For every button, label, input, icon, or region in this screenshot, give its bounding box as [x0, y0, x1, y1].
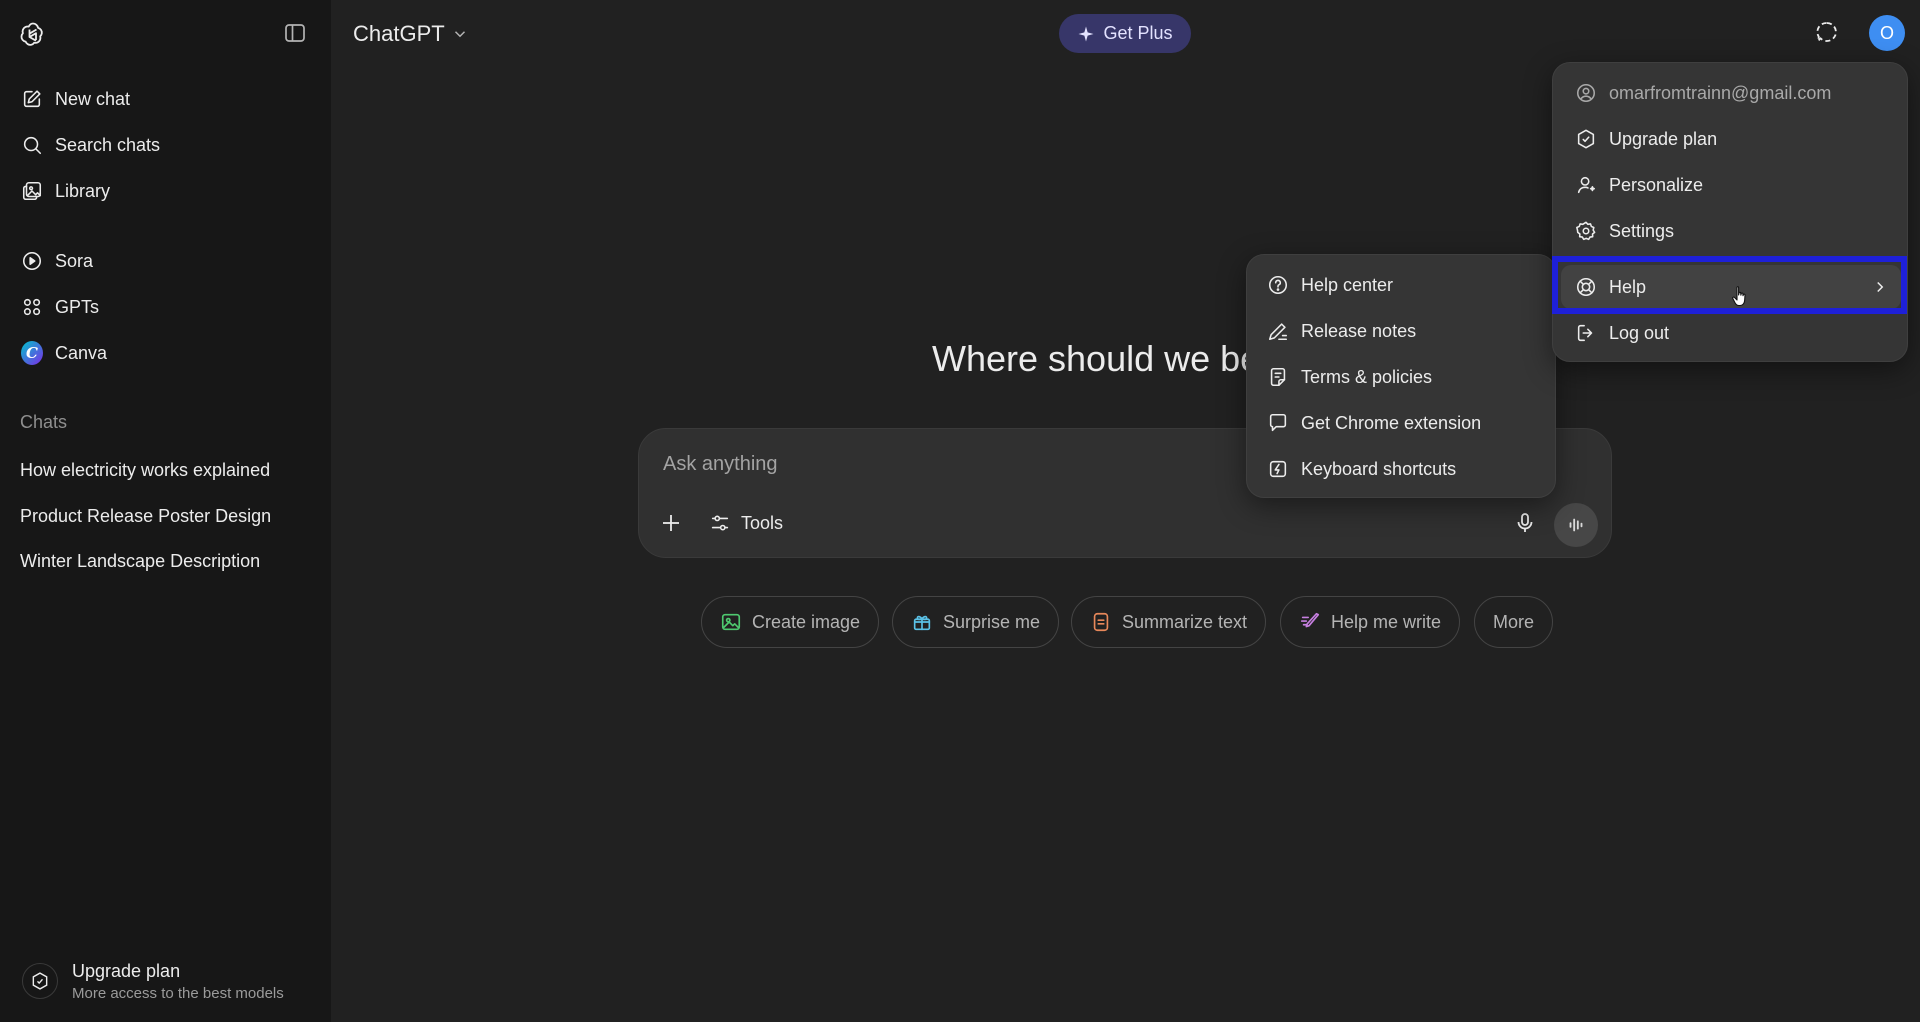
chat-history-item[interactable]: Product Release Poster Design — [10, 495, 320, 537]
upgrade-text: Upgrade plan More access to the best mod… — [72, 961, 284, 1002]
menu-item-label: Personalize — [1609, 174, 1704, 195]
sidebar-item-sora[interactable]: Sora — [10, 240, 320, 282]
get-plus-label: Get Plus — [1103, 23, 1173, 43]
policy-document-icon — [1267, 366, 1289, 388]
plus-icon[interactable] — [659, 511, 683, 535]
person-icon — [1575, 174, 1597, 196]
logout-icon — [1575, 322, 1597, 344]
page-heading: Where should we be — [932, 338, 1261, 379]
upgrade-title: Upgrade plan — [72, 960, 181, 981]
sidebar-toggle-icon[interactable] — [283, 21, 309, 47]
menu-item-label: Help center — [1301, 274, 1394, 295]
chat-history-item[interactable]: Winter Landscape Description — [10, 540, 320, 582]
menu-item-label: Release notes — [1301, 320, 1417, 341]
hand-cursor-icon — [1731, 285, 1751, 309]
sidebar-item-canva[interactable]: C Canva — [10, 332, 320, 374]
menu-item-terms-policies[interactable]: Terms & policies — [1255, 355, 1549, 399]
waveform-icon — [1565, 514, 1587, 536]
profile-menu: omarfromtrainn@gmail.com Upgrade plan Pe… — [1552, 62, 1908, 362]
sidebar-item-label: New chat — [55, 88, 131, 109]
tools-label: Tools — [741, 512, 784, 533]
sidebar: New chat Search chats Library Sora GPTs … — [0, 0, 331, 1022]
menu-item-label: Keyboard shortcuts — [1301, 458, 1457, 479]
menu-item-label: Get Chrome extension — [1301, 412, 1482, 433]
keyboard-bolt-icon — [1267, 458, 1289, 480]
chip-label: Summarize text — [1122, 611, 1248, 632]
sliders-icon — [709, 512, 731, 534]
upgrade-icon — [1575, 128, 1597, 150]
menu-item-label: Settings — [1609, 220, 1675, 241]
sidebar-item-label: Sora — [55, 250, 94, 271]
sidebar-item-label: Canva — [55, 342, 108, 363]
chat-history-item[interactable]: How electricity works explained — [10, 449, 320, 491]
get-plus-button[interactable]: Get Plus — [1059, 14, 1191, 53]
sidebar-item-gpts[interactable]: GPTs — [10, 286, 320, 328]
chevron-down-icon — [451, 25, 469, 43]
menu-item-label: Help — [1609, 276, 1647, 297]
extension-chat-icon — [1267, 412, 1289, 434]
document-icon — [1090, 611, 1112, 633]
menu-item-upgrade-plan[interactable]: Upgrade plan — [1561, 117, 1901, 161]
sidebar-item-label: Search chats — [55, 134, 161, 155]
pencil-lines-icon — [1267, 320, 1289, 342]
chip-create-image[interactable]: Create image — [701, 596, 880, 648]
help-submenu: Help center Release notes Terms & polici… — [1246, 254, 1556, 498]
sidebar-item-label: Library — [55, 180, 111, 201]
model-selector[interactable]: ChatGPT — [345, 14, 477, 54]
sidebar-item-search-chats[interactable]: Search chats — [10, 124, 320, 166]
menu-item-label: Upgrade plan — [1609, 128, 1718, 149]
chip-label: Create image — [752, 611, 861, 632]
canva-icon: C — [21, 341, 43, 365]
grid-icon — [21, 296, 43, 318]
pen-icon — [1299, 611, 1321, 633]
avatar[interactable]: O — [1869, 15, 1905, 51]
chip-help-me-write[interactable]: Help me write — [1280, 596, 1461, 648]
menu-item-help-center[interactable]: Help center — [1255, 263, 1549, 307]
chats-section-heading: Chats — [20, 412, 68, 432]
lifebuoy-icon — [1575, 276, 1597, 298]
microphone-icon[interactable] — [1513, 511, 1537, 535]
search-icon — [21, 134, 43, 156]
account-email: omarfromtrainn@gmail.com — [1561, 71, 1901, 115]
menu-item-release-notes[interactable]: Release notes — [1255, 309, 1549, 353]
menu-item-keyboard-shortcuts[interactable]: Keyboard shortcuts — [1255, 447, 1549, 491]
play-circle-icon — [21, 250, 43, 272]
account-email-label: omarfromtrainn@gmail.com — [1609, 82, 1832, 103]
upgrade-badge-icon — [22, 963, 58, 999]
gear-icon — [1575, 220, 1597, 242]
chip-label: Help me write — [1331, 611, 1442, 632]
sidebar-item-new-chat[interactable]: New chat — [10, 78, 320, 120]
prompt-input[interactable] — [663, 449, 1263, 479]
new-chat-icon — [21, 88, 43, 110]
upgrade-subtitle: More access to the best models — [72, 984, 284, 1002]
chip-label: More — [1493, 611, 1535, 632]
chip-label: Surprise me — [943, 611, 1041, 632]
sparkle-icon — [1077, 25, 1095, 43]
sidebar-upgrade-plan[interactable]: Upgrade plan More access to the best mod… — [10, 950, 320, 1012]
menu-item-chrome-extension[interactable]: Get Chrome extension — [1255, 401, 1549, 445]
image-icon — [720, 611, 742, 633]
chip-more[interactable]: More — [1474, 596, 1554, 648]
tools-button[interactable]: Tools — [709, 507, 783, 539]
user-circle-icon — [1575, 82, 1597, 104]
menu-item-personalize[interactable]: Personalize — [1561, 163, 1901, 207]
chatgpt-logo-icon[interactable] — [19, 20, 47, 48]
gift-icon — [911, 611, 933, 633]
chevron-right-icon — [1871, 278, 1889, 296]
chip-summarize-text[interactable]: Summarize text — [1071, 596, 1267, 648]
menu-item-settings[interactable]: Settings — [1561, 209, 1901, 253]
question-circle-icon — [1267, 274, 1289, 296]
sidebar-item-label: GPTs — [55, 296, 100, 317]
menu-item-label: Terms & policies — [1301, 366, 1433, 387]
temporary-chat-icon[interactable] — [1815, 20, 1841, 46]
library-icon — [21, 180, 43, 202]
voice-mode-button[interactable] — [1554, 503, 1598, 547]
model-name: ChatGPT — [353, 21, 445, 46]
sidebar-item-library[interactable]: Library — [10, 170, 320, 212]
menu-item-label: Log out — [1609, 322, 1670, 343]
chip-surprise-me[interactable]: Surprise me — [892, 596, 1060, 648]
menu-item-log-out[interactable]: Log out — [1561, 311, 1901, 355]
